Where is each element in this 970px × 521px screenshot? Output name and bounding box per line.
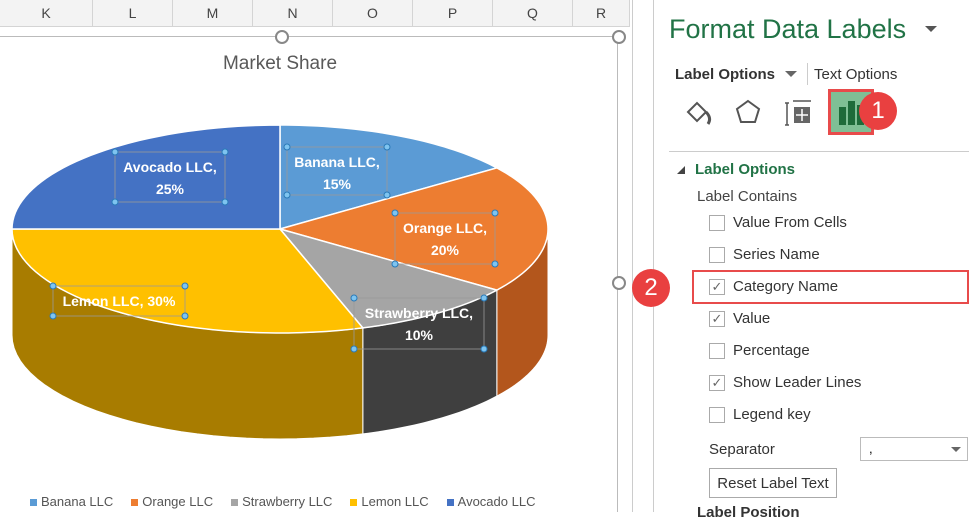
legend-label: Orange LLC: [142, 494, 214, 509]
data-label-text: Orange LLC,: [403, 220, 487, 236]
data-label-text: 10%: [405, 327, 434, 343]
checkbox-value[interactable]: ✓ Value: [709, 310, 770, 327]
checkbox-label: Series Name: [733, 246, 820, 263]
label-handle[interactable]: [283, 191, 291, 199]
legend-entry[interactable]: Avocado LLC: [446, 494, 536, 509]
checkbox-value-from-cells[interactable]: Value From Cells: [709, 214, 847, 231]
checkbox-label: Legend key: [733, 406, 811, 423]
label-handle[interactable]: [49, 282, 57, 290]
label-handle[interactable]: [350, 294, 358, 302]
label-handle[interactable]: [49, 312, 57, 320]
legend-label: Avocado LLC: [457, 494, 536, 509]
legend-entry[interactable]: Orange LLC: [131, 494, 213, 509]
pie-slice[interactable]: [11, 124, 281, 230]
label-handle[interactable]: [383, 191, 391, 199]
checkbox-label: Value From Cells: [733, 214, 847, 231]
label-handle[interactable]: [350, 345, 358, 353]
data-label-text: Avocado LLC,: [123, 159, 217, 175]
label-handle[interactable]: [221, 148, 229, 156]
legend-swatch: [350, 499, 358, 506]
fill-line-icon[interactable]: [673, 92, 723, 132]
checkbox-box[interactable]: [709, 342, 725, 359]
category-name-highlight: [692, 270, 969, 304]
data-label-text: Banana LLC,: [294, 154, 380, 170]
checkbox-box[interactable]: ✓: [709, 310, 725, 327]
effects-icon[interactable]: [723, 92, 773, 132]
size-properties-icon[interactable]: [773, 92, 823, 132]
pane-splitter[interactable]: [632, 0, 654, 512]
legend-swatch: [446, 499, 454, 506]
data-label-text: Lemon LLC, 30%: [63, 293, 176, 309]
checkbox-label: Value: [733, 310, 771, 327]
legend-label: Lemon LLC: [361, 494, 429, 509]
tab-label-options[interactable]: Label Options: [675, 66, 775, 83]
label-position-section[interactable]: Label Position: [697, 504, 800, 521]
label-handle[interactable]: [111, 198, 119, 206]
checkbox-box[interactable]: [709, 406, 725, 423]
chart-title: Market Share: [223, 53, 337, 74]
pie-chart[interactable]: Market Share Banana LLC, 15% Orange LLC, 20…: [0, 0, 630, 512]
data-label-text: 25%: [156, 181, 185, 197]
label-options-section[interactable]: Label Options: [677, 161, 795, 178]
checkbox-legend-key[interactable]: Legend key: [709, 406, 811, 423]
data-label-text: Strawberry LLC,: [365, 305, 473, 321]
chevron-down-icon[interactable]: [785, 71, 798, 77]
checkbox-series-name[interactable]: Series Name: [709, 246, 820, 263]
label-handle[interactable]: [111, 148, 119, 156]
legend-label: Strawberry LLC: [242, 494, 333, 509]
legend-swatch: [131, 499, 139, 506]
label-handle[interactable]: [491, 209, 499, 217]
label-handle[interactable]: [480, 345, 488, 353]
label-handle[interactable]: [181, 312, 189, 320]
checkbox-label: Percentage: [733, 342, 810, 359]
legend-label: Banana LLC: [41, 494, 114, 509]
label-handle[interactable]: [480, 294, 488, 302]
pane-options-dropdown-icon[interactable]: [925, 26, 937, 32]
separator-label: Separator: [709, 441, 775, 458]
step-badge-2: 2: [632, 269, 670, 307]
chart-legend[interactable]: Banana LLC Orange LLC Strawberry LLC Lemon …: [30, 494, 535, 509]
legend-entry[interactable]: Strawberry LLC: [231, 494, 332, 509]
label-handle[interactable]: [181, 282, 189, 290]
data-label-text: 20%: [431, 242, 460, 258]
label-handle[interactable]: [391, 260, 399, 268]
pane-title: Format Data Labels: [669, 14, 907, 44]
label-handle[interactable]: [221, 198, 229, 206]
checkbox-percentage[interactable]: Percentage: [709, 342, 810, 359]
legend-entry[interactable]: Banana LLC: [30, 494, 113, 509]
tab-text-options[interactable]: Text Options: [814, 66, 897, 83]
label-contains-heading: Label Contains: [697, 188, 798, 205]
legend-swatch: [231, 499, 239, 506]
separator-dropdown[interactable]: ,: [860, 437, 968, 461]
checkbox-box[interactable]: [709, 246, 725, 263]
format-pane: Format Data Labels Label Options Text Op…: [632, 0, 970, 521]
step-badge-1: 1: [859, 92, 897, 130]
data-label-text: 15%: [323, 176, 352, 192]
label-handle[interactable]: [391, 209, 399, 217]
checkbox-show-leader-lines[interactable]: ✓ Show Leader Lines: [709, 374, 861, 391]
checkbox-label: Show Leader Lines: [733, 374, 862, 391]
label-handle[interactable]: [383, 143, 391, 151]
legend-swatch: [30, 499, 37, 506]
reset-label-text-button[interactable]: Reset Label Text: [709, 468, 837, 498]
label-handle[interactable]: [491, 260, 499, 268]
checkbox-box[interactable]: [709, 214, 725, 231]
checkbox-box[interactable]: ✓: [709, 374, 725, 391]
legend-entry[interactable]: Lemon LLC: [350, 494, 429, 509]
label-handle[interactable]: [283, 143, 291, 151]
